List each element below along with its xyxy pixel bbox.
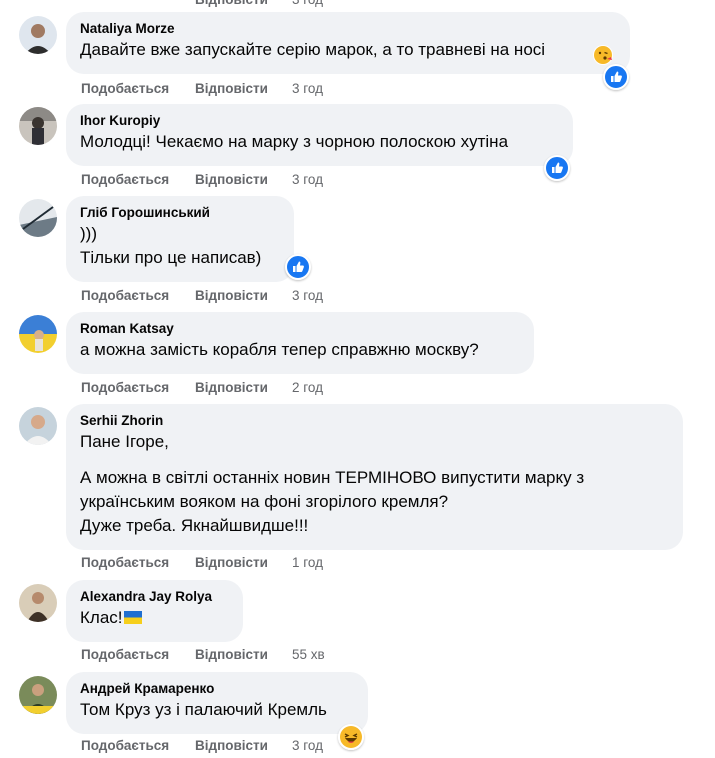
comment-time[interactable]: 3 год [292, 171, 323, 189]
comment-author[interactable]: Гліб Горошинський [80, 204, 280, 222]
comment-text: Пане Ігоре, [80, 432, 169, 451]
reply-button[interactable]: Відповісти [195, 737, 268, 755]
comment-time[interactable]: 3 год [292, 287, 323, 305]
like-button[interactable]: Подобається [81, 554, 169, 572]
laugh-face-icon[interactable] [338, 724, 364, 750]
avatar[interactable] [19, 584, 57, 622]
like-button[interactable]: Подобається [81, 379, 169, 397]
avatar[interactable] [19, 676, 57, 714]
comment-bubble: Гліб Горошинський ))) Тільки про це напи… [66, 196, 294, 282]
avatar[interactable] [19, 315, 57, 353]
comment-time[interactable]: 2 год [292, 379, 323, 397]
avatar[interactable] [19, 107, 57, 145]
like-button[interactable]: Подобається [81, 287, 169, 305]
comment-bubble: Ihor Kuropiy Молодці! Чекаємо на марку з… [66, 104, 573, 166]
reply-button[interactable]: Відповісти [195, 379, 268, 397]
like-icon[interactable] [603, 64, 629, 90]
comment-text: українським вояком на фоні згорілого кре… [80, 492, 449, 511]
comment-text: Молодці! Чекаємо на марку з чорною полос… [80, 132, 509, 151]
comment-bubble: Nataliya Morze Давайте вже запускайте се… [66, 12, 630, 74]
reply-button[interactable]: Відповісти [195, 80, 268, 98]
comment-text: а можна замість корабля тепер справжню м… [80, 340, 479, 359]
reply-button[interactable]: Відповісти [195, 0, 268, 9]
comment-text: Клас! [80, 606, 229, 630]
reply-button[interactable]: Відповісти [195, 171, 268, 189]
like-button[interactable]: Подобається [81, 737, 169, 755]
like-button[interactable]: Подобається [81, 646, 169, 664]
ukraine-flag-icon [123, 607, 142, 624]
comment-text: Тільки про це написав) [80, 248, 262, 267]
comment-time[interactable]: 1 год [292, 554, 323, 572]
reply-button[interactable]: Відповісти [195, 646, 268, 664]
comment-text: Том Круз уз і палаючий Кремль [80, 700, 327, 719]
comment-author[interactable]: Serhii Zhorin [80, 412, 669, 430]
avatar[interactable] [19, 199, 57, 237]
like-icon[interactable] [544, 155, 570, 181]
comment-author[interactable]: Nataliya Morze [80, 20, 616, 38]
comment-time[interactable]: 3 год [292, 737, 323, 755]
comment-time[interactable]: 3 год [292, 80, 323, 98]
comment-author[interactable]: Ihor Kuropiy [80, 112, 559, 130]
like-icon[interactable] [285, 254, 311, 280]
avatar[interactable] [19, 407, 57, 445]
comment-bubble: Alexandra Jay Rolya Клас! [66, 580, 243, 642]
comment-text: ))) [80, 224, 97, 243]
comment-author[interactable]: Alexandra Jay Rolya [80, 588, 229, 606]
comment-time[interactable]: 55 хв [292, 646, 325, 664]
like-button[interactable]: Подобається [81, 171, 169, 189]
comment-bubble: Андрей Крамаренко Том Круз уз і палаючий… [66, 672, 368, 734]
kiss-face-icon [593, 45, 613, 65]
comment-author[interactable]: Андрей Крамаренко [80, 680, 354, 698]
comment-text: А можна в світлі останніх новин ТЕРМІНОВ… [80, 468, 585, 487]
comment-bubble: Roman Katsay а можна замість корабля теп… [66, 312, 534, 374]
comment-bubble: Serhii Zhorin Пане Ігоре, А можна в світ… [66, 404, 683, 550]
reply-button[interactable]: Відповісти [195, 287, 268, 305]
comment-time[interactable]: 3 год [292, 0, 323, 9]
reply-button[interactable]: Відповісти [195, 554, 268, 572]
like-button[interactable]: Подобається [81, 80, 169, 98]
comment-text: Дуже треба. Якнайшвидше!!! [80, 516, 309, 535]
comment-author[interactable]: Roman Katsay [80, 320, 520, 338]
comment-text: Давайте вже запускайте серію марок, а то… [80, 40, 546, 59]
avatar[interactable] [19, 16, 57, 54]
